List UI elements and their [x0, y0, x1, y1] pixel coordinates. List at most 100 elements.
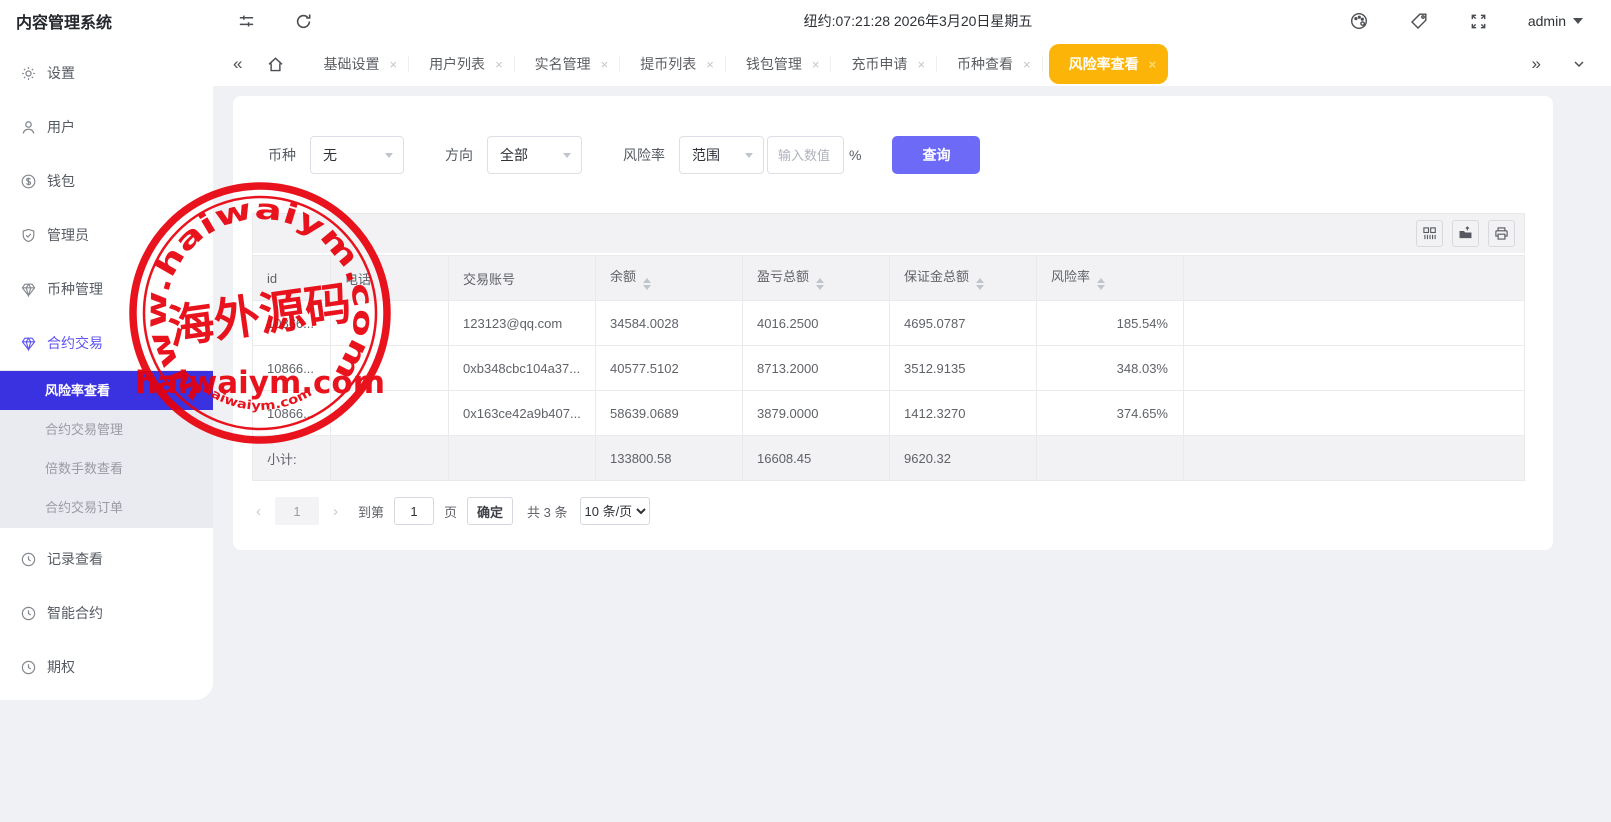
column-label: 风险率 — [1051, 269, 1090, 284]
sort-icon[interactable] — [1097, 278, 1105, 290]
submenu-item-contract-trade-manage[interactable]: 合约交易管理 — [0, 410, 213, 449]
page-size-select[interactable]: 10 条/页 — [580, 497, 650, 525]
tab-item[interactable]: 充币申请× — [831, 42, 937, 86]
shield-check-icon — [20, 227, 37, 244]
cell-phone — [331, 301, 449, 346]
tabs-scroll-right-button[interactable]: » — [1532, 54, 1541, 74]
tab-item[interactable]: 用户列表× — [409, 42, 515, 86]
cell-filler — [1184, 301, 1525, 346]
table-header-row: id 电话 交易账号 余额 盈亏总额 保证金总额 风险率 — [253, 256, 1525, 301]
confirm-page-button[interactable]: 确定 — [467, 497, 513, 525]
sort-icon[interactable] — [816, 278, 824, 290]
risk-rate-panel: 币种 无 方向 全部 风险率 范围 % 查询 — [233, 96, 1553, 550]
column-label: 保证金总额 — [904, 269, 969, 284]
tab-item[interactable]: 提币列表 × — [620, 42, 726, 86]
tabs-menu-button[interactable] — [1571, 56, 1587, 72]
chevron-right-icon: › — [333, 503, 338, 520]
collapse-sidebar-button[interactable] — [237, 12, 256, 31]
cell-balance: 34584.0028 — [596, 301, 743, 346]
sidebar-item-settings[interactable]: 设置 — [0, 46, 213, 100]
goto-page-input[interactable] — [394, 497, 434, 525]
column-header-balance[interactable]: 余额 — [596, 256, 743, 301]
close-icon[interactable]: × — [389, 58, 397, 71]
cell-id: 10866... — [253, 391, 331, 436]
close-icon[interactable]: × — [495, 58, 503, 71]
world-clock: 纽约:07:21:28 2026年3月20日星期五 — [804, 0, 1033, 42]
submenu-item-contract-trade-orders[interactable]: 合约交易订单 — [0, 488, 213, 527]
tab-label: 提币列表 — [640, 54, 696, 74]
tab-item[interactable]: 钱包管理× — [726, 42, 832, 86]
direction-select[interactable]: 全部 — [487, 136, 582, 174]
chevron-down-icon — [1573, 18, 1583, 24]
cell-risk: 374.65% — [1037, 391, 1184, 436]
submenu-item-multiple-lots-view[interactable]: 倍数手数查看 — [0, 449, 213, 488]
tab-item[interactable]: 基础设置× — [303, 42, 409, 86]
theme-button[interactable] — [1349, 11, 1369, 31]
sidebar-item-label: 设置 — [47, 63, 75, 83]
close-icon[interactable]: × — [1023, 58, 1031, 71]
home-tab-button[interactable] — [266, 55, 285, 74]
user-menu[interactable]: admin — [1528, 13, 1583, 29]
column-settings-button[interactable] — [1416, 220, 1443, 247]
risk-value-input[interactable] — [767, 136, 844, 174]
column-header-margin[interactable]: 保证金总额 — [890, 256, 1037, 301]
export-button[interactable] — [1452, 220, 1479, 247]
next-page-button[interactable]: › — [329, 503, 342, 520]
pagination: ‹ 1 › 到第 页 确定 共 3 条 10 条/页 — [252, 489, 1525, 525]
sidebar-item-label: 期权 — [47, 657, 75, 677]
close-icon[interactable]: × — [601, 58, 609, 71]
fullscreen-button[interactable] — [1469, 12, 1488, 31]
table-zone: id 电话 交易账号 余额 盈亏总额 保证金总额 风险率 10866... 12… — [252, 213, 1525, 525]
sidebar-item-coin-manage[interactable]: 币种管理 — [0, 262, 213, 316]
prev-page-button[interactable]: ‹ — [252, 503, 265, 520]
subtotal-label: 小计: — [253, 436, 331, 481]
tab-item[interactable]: 币种查看 × — [937, 42, 1043, 86]
currency-select-value: 无 — [323, 145, 337, 165]
sidebar-item-label: 用户 — [47, 117, 75, 137]
column-header-pnl[interactable]: 盈亏总额 — [743, 256, 890, 301]
column-label: 盈亏总额 — [757, 269, 809, 284]
close-icon[interactable]: × — [917, 58, 925, 71]
fullscreen-icon — [1469, 12, 1488, 31]
chevron-down-icon — [563, 153, 571, 158]
close-icon[interactable]: × — [1149, 58, 1157, 71]
sort-icon[interactable] — [976, 278, 984, 290]
cell-account: 0xb348cbc104a37... — [449, 346, 596, 391]
risk-mode-select[interactable]: 范围 — [679, 136, 764, 174]
current-page[interactable]: 1 — [275, 497, 319, 525]
cell-margin: 3512.9135 — [890, 346, 1037, 391]
tab-item-active[interactable]: 风险率查看× — [1049, 44, 1169, 84]
currency-select[interactable]: 无 — [310, 136, 404, 174]
close-icon[interactable]: × — [706, 58, 714, 71]
print-button[interactable] — [1488, 220, 1515, 247]
query-button[interactable]: 查询 — [892, 136, 980, 174]
printer-icon — [1493, 225, 1510, 242]
submenu-item-risk-rate-view[interactable]: 风险率查看 — [0, 371, 213, 410]
direction-select-value: 全部 — [500, 145, 528, 165]
cell-pnl: 4016.2500 — [743, 301, 890, 346]
sidebar: 设置 用户 钱包 管理员 币种管理 合约交易 风险率查看 合约交易管理 倍数手数… — [0, 42, 213, 700]
column-header-risk[interactable]: 风险率 — [1037, 256, 1184, 301]
sidebar-item-contract-trading[interactable]: 合约交易 — [0, 316, 213, 370]
refresh-button[interactable] — [294, 12, 313, 31]
sidebar-item-admins[interactable]: 管理员 — [0, 208, 213, 262]
tab-item[interactable]: 实名管理× — [515, 42, 621, 86]
tabs-scroll-left-button[interactable]: « — [233, 54, 242, 74]
tag-button[interactable] — [1409, 11, 1429, 31]
chevron-down-icon — [745, 153, 753, 158]
column-header-account: 交易账号 — [449, 256, 596, 301]
page-unit-label: 页 — [444, 502, 457, 521]
sidebar-item-wallet[interactable]: 钱包 — [0, 154, 213, 208]
cell-risk: 348.03% — [1037, 346, 1184, 391]
cell-account: 123123@qq.com — [449, 301, 596, 346]
tab-label: 币种查看 — [957, 54, 1013, 74]
contract-trading-submenu: 风险率查看 合约交易管理 倍数手数查看 合约交易订单 — [0, 370, 213, 528]
sidebar-item-options[interactable]: 期权 — [0, 640, 213, 694]
sort-icon[interactable] — [643, 278, 651, 290]
sidebar-item-users[interactable]: 用户 — [0, 100, 213, 154]
sidebar-item-smart-contract[interactable]: 智能合约 — [0, 586, 213, 640]
sidebar-item-records[interactable]: 记录查看 — [0, 532, 213, 586]
table-row: 10866... 0x163ce42a9b407... 58639.0689 3… — [253, 391, 1525, 436]
double-chevron-left-icon: « — [233, 54, 242, 74]
close-icon[interactable]: × — [812, 58, 820, 71]
